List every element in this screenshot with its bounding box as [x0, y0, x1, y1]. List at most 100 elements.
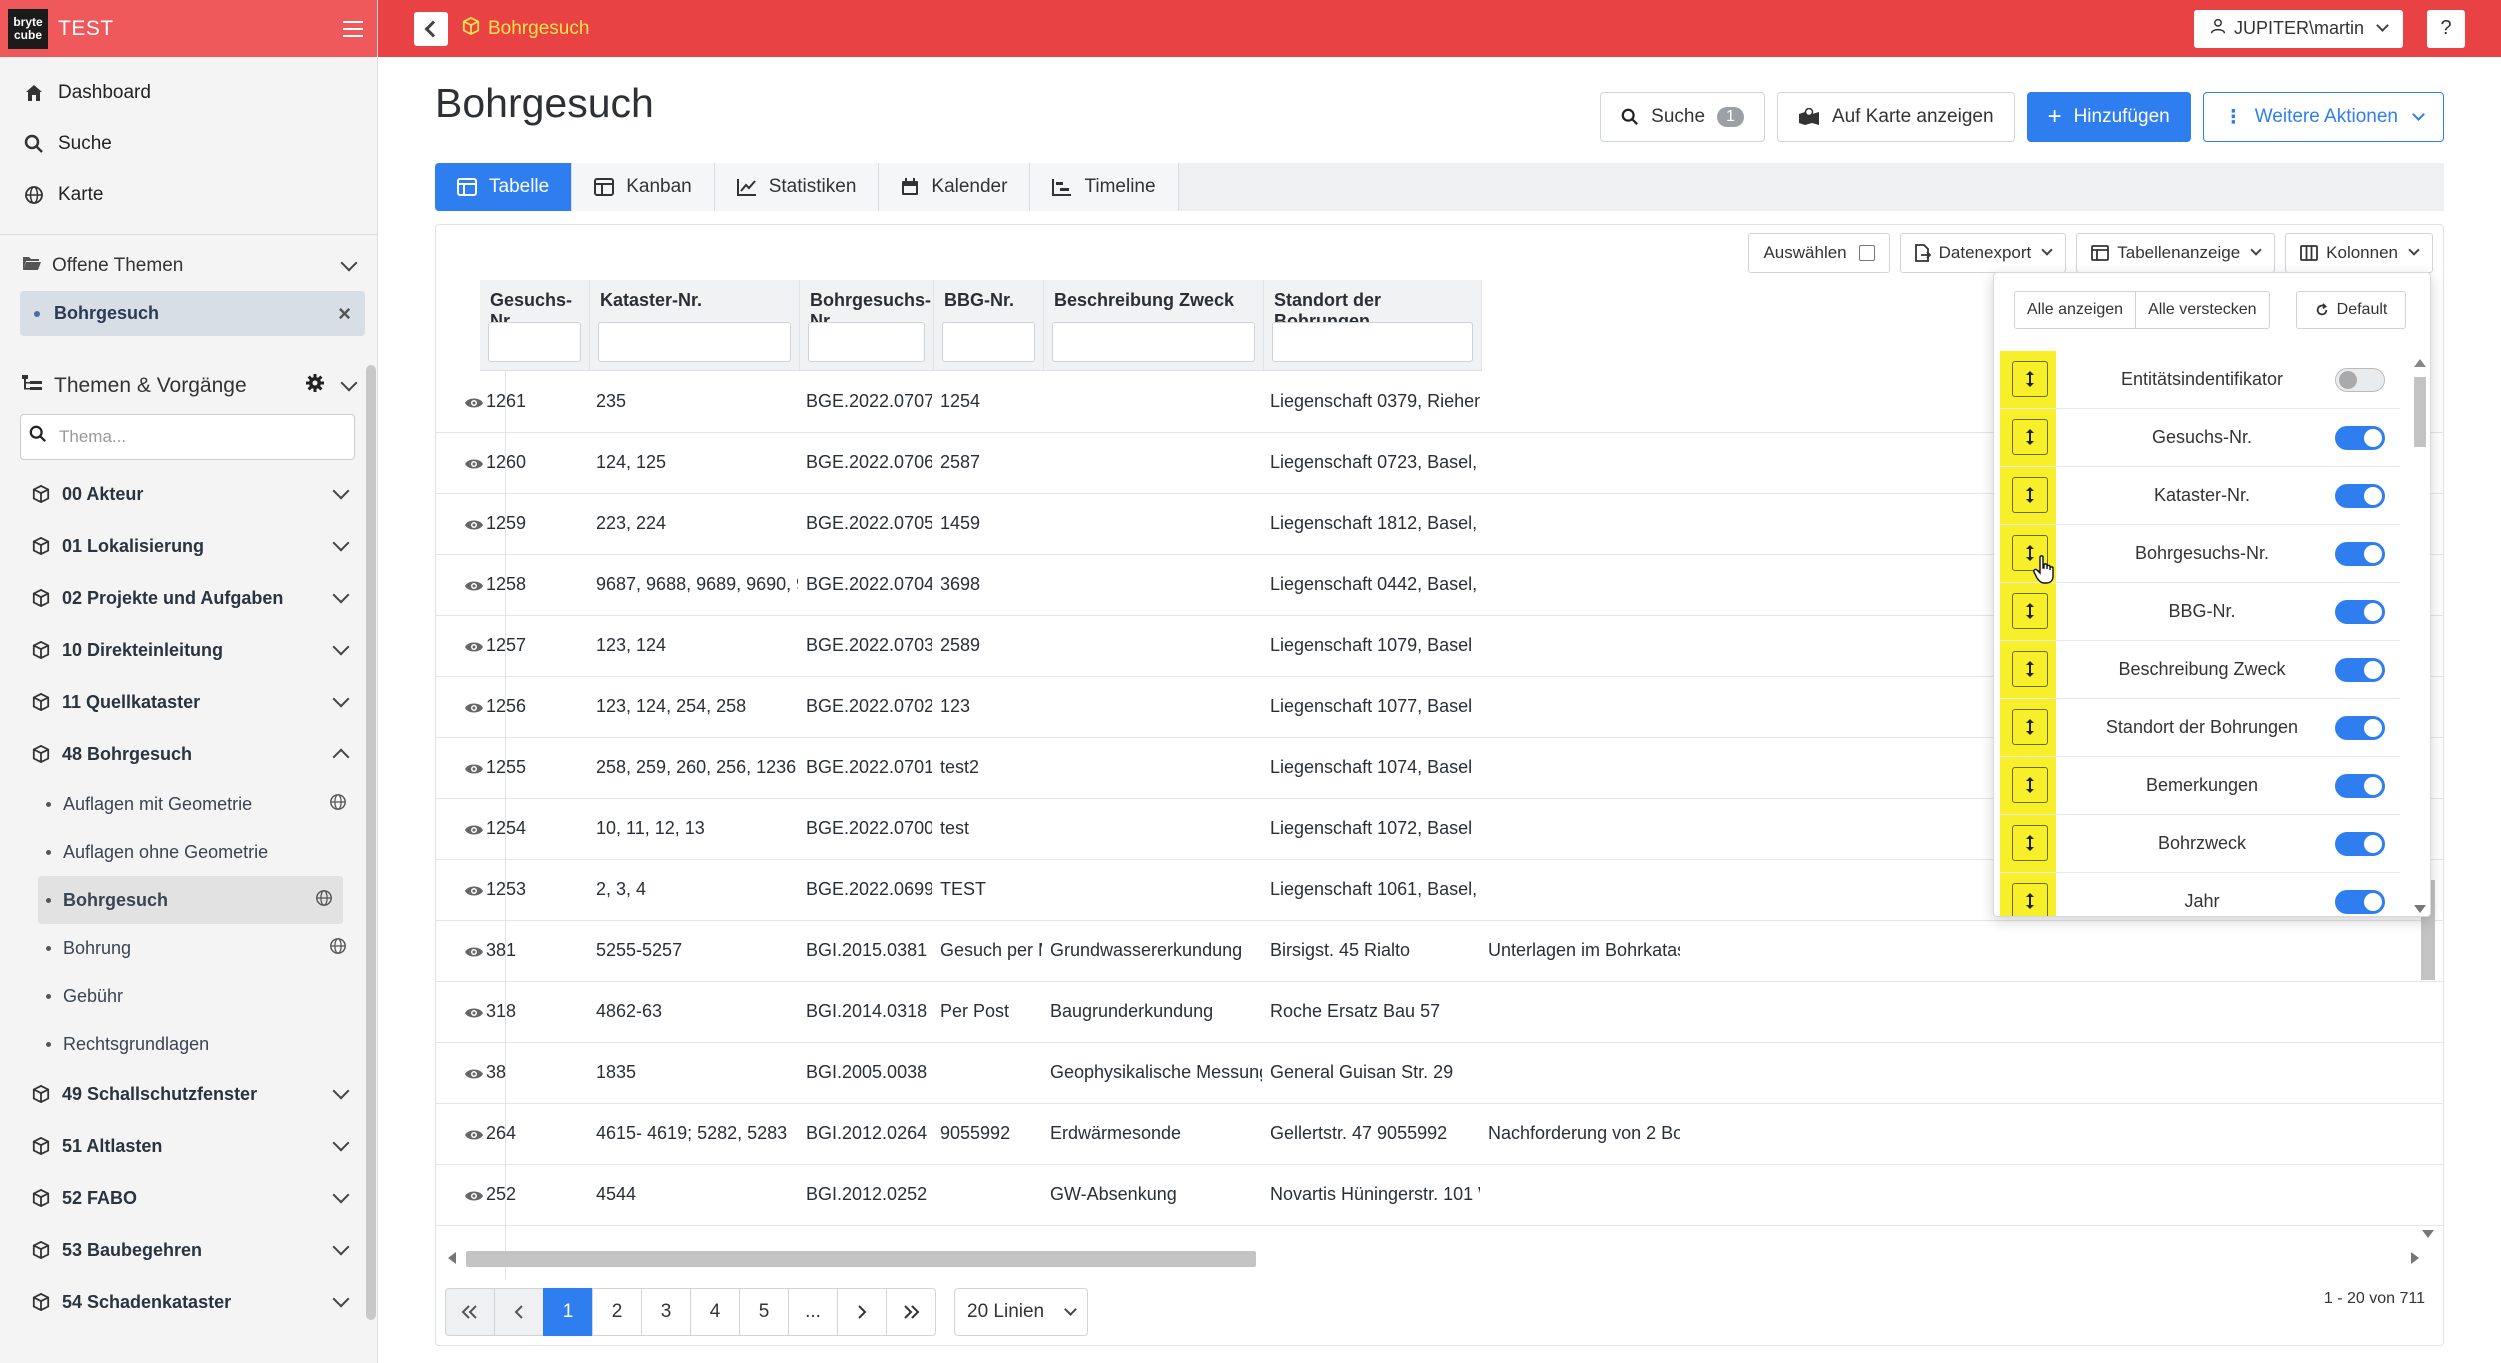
scrollbar-thumb[interactable] — [2414, 377, 2426, 447]
tab-kalender[interactable]: Kalender — [879, 163, 1031, 211]
sidebar-tree-item[interactable]: 53 Baubegehren — [0, 1224, 377, 1276]
default-button[interactable]: Default — [2296, 291, 2406, 329]
drag-handle-icon[interactable] — [2012, 419, 2048, 455]
table-vertical-scrollbar[interactable] — [2418, 880, 2436, 1240]
page-button[interactable]: 3 — [641, 1288, 691, 1336]
column-visibility-switch[interactable] — [2335, 425, 2385, 450]
chevron-down-icon[interactable] — [340, 374, 358, 392]
columns-button[interactable]: Kolonnen — [2285, 233, 2433, 273]
eye-icon[interactable] — [464, 455, 484, 477]
prev-page-button[interactable] — [494, 1288, 544, 1336]
eye-icon[interactable] — [464, 1187, 484, 1209]
open-topics-header[interactable]: Offene Themen — [0, 243, 377, 289]
chevron-down-icon[interactable] — [332, 482, 350, 500]
page-size-select[interactable]: 20 Linien — [954, 1288, 1089, 1336]
tab-statistiken[interactable]: Statistiken — [714, 163, 880, 211]
open-topic-bohrgesuch[interactable]: Bohrgesuch × — [20, 291, 365, 336]
breadcrumb[interactable]: Bohrgesuch — [462, 16, 589, 41]
data-export-button[interactable]: Datenexport — [1899, 233, 2067, 273]
hide-all-button[interactable]: Alle verstecken — [2135, 291, 2270, 329]
table-row[interactable]: 381 5255-5257 BGI.2015.0381 Gesuch per Mail… — [436, 921, 2443, 982]
scroll-down-icon[interactable] — [2422, 1230, 2434, 1238]
sidebar-tree-item[interactable]: 00 Akteur — [0, 468, 377, 520]
column-header[interactable]: BBG-Nr. — [934, 280, 1044, 371]
eye-icon[interactable] — [464, 1065, 484, 1087]
sidebar-tree-item[interactable]: 02 Projekte und Aufgaben — [0, 572, 377, 624]
column-visibility-switch[interactable] — [2335, 715, 2385, 740]
sidebar-tree-item[interactable]: 10 Direkteinleitung — [0, 624, 377, 676]
eye-icon[interactable] — [464, 882, 484, 904]
column-visibility-switch[interactable] — [2335, 831, 2385, 856]
search-button[interactable]: Suche 1 — [1600, 92, 1765, 142]
sidebar-subitem[interactable]: Bohrung — [0, 924, 377, 972]
column-filter-input[interactable] — [808, 322, 925, 362]
user-menu-button[interactable]: JUPITER\martin — [2193, 9, 2403, 48]
nav-karte[interactable]: Karte — [0, 169, 377, 220]
column-toggle-row[interactable]: Gesuchs-Nr. — [2000, 409, 2400, 467]
first-page-button[interactable] — [445, 1288, 495, 1336]
column-toggle-row[interactable]: Entitätsindentifikator — [2000, 351, 2400, 409]
nav-dashboard[interactable]: Dashboard — [0, 67, 377, 118]
column-toggle-row[interactable]: Bemerkungen — [2000, 757, 2400, 815]
select-toggle[interactable]: Auswählen — [1748, 233, 1890, 273]
column-header[interactable]: Kataster-Nr. — [590, 280, 800, 371]
column-toggle-row[interactable]: BBG-Nr. — [2000, 583, 2400, 641]
globe-icon[interactable] — [329, 937, 347, 960]
theme-search-input[interactable]: Thema... — [20, 414, 355, 460]
table-row[interactable]: 252 4544 BGI.2012.0252 GW-Absenkung Novartis… — [436, 1165, 2443, 1226]
eye-icon[interactable] — [464, 1004, 484, 1026]
add-button[interactable]: + Hinzufügen — [2026, 92, 2191, 142]
sidebar-tree-item[interactable]: 48 Bohrgesuch — [0, 728, 377, 780]
tab-timeline[interactable]: Timeline — [1030, 163, 1179, 211]
column-visibility-switch[interactable] — [2335, 773, 2385, 798]
drag-handle-icon[interactable] — [2012, 767, 2048, 803]
chevron-down-icon[interactable] — [332, 690, 350, 708]
tab-kanban[interactable]: Kanban — [572, 163, 715, 211]
scroll-right-icon[interactable] — [2411, 1252, 2419, 1264]
eye-icon[interactable] — [464, 943, 484, 965]
sidebar-subitem[interactable]: Rechtsgrundlagen — [0, 1020, 377, 1068]
next-page-button[interactable] — [837, 1288, 887, 1336]
more-actions-button[interactable]: ⋮ Weitere Aktionen — [2202, 92, 2444, 142]
chevron-up-icon[interactable] — [332, 748, 350, 766]
tab-tabelle[interactable]: Tabelle — [435, 163, 573, 211]
sidebar-subitem[interactable]: Gebühr — [0, 972, 377, 1020]
column-toggle-row[interactable]: Bohrgesuchs-Nr. — [2000, 525, 2400, 583]
table-row[interactable]: 264 4615- 4619; 5282, 5283 BGI.2012.0264 90… — [436, 1104, 2443, 1165]
drag-handle-icon[interactable] — [2012, 361, 2048, 397]
column-visibility-switch[interactable] — [2335, 541, 2385, 566]
column-filter-input[interactable] — [488, 322, 581, 362]
drag-handle-icon[interactable] — [2012, 825, 2048, 861]
column-visibility-switch[interactable] — [2335, 599, 2385, 624]
drag-handle-icon[interactable] — [2012, 477, 2048, 513]
drag-handle-icon[interactable] — [2012, 593, 2048, 629]
globe-icon[interactable] — [315, 889, 333, 912]
popup-scrollbar[interactable] — [2410, 355, 2428, 915]
eye-icon[interactable] — [464, 1126, 484, 1148]
eye-icon[interactable] — [464, 394, 484, 416]
column-toggle-row[interactable]: Beschreibung Zweck — [2000, 641, 2400, 699]
select-checkbox[interactable] — [1858, 245, 1875, 261]
chevron-down-icon[interactable] — [332, 638, 350, 656]
drag-handle-icon[interactable] — [2012, 883, 2048, 916]
column-filter-input[interactable] — [598, 322, 791, 362]
close-icon[interactable]: × — [338, 301, 351, 327]
eye-icon[interactable] — [464, 699, 484, 721]
sidebar-tree-item[interactable]: 52 FABO — [0, 1172, 377, 1224]
column-toggle-row[interactable]: Bohrzweck — [2000, 815, 2400, 873]
sidebar-tree-item[interactable]: 01 Lokalisierung — [0, 520, 377, 572]
chevron-down-icon[interactable] — [332, 1082, 350, 1100]
column-header[interactable]: Standort der Bohrungen — [1264, 280, 1482, 371]
scroll-left-icon[interactable] — [448, 1252, 456, 1264]
globe-icon[interactable] — [329, 793, 347, 816]
sidebar-subitem[interactable]: Auflagen mit Geometrie — [0, 780, 377, 828]
column-toggle-row[interactable]: Jahr — [2000, 873, 2400, 916]
eye-icon[interactable] — [464, 577, 484, 599]
page-button[interactable]: 2 — [592, 1288, 642, 1336]
column-filter-input[interactable] — [942, 322, 1035, 362]
eye-icon[interactable] — [464, 638, 484, 660]
column-visibility-switch[interactable] — [2335, 889, 2385, 914]
column-visibility-switch[interactable] — [2335, 483, 2385, 508]
table-row[interactable]: 38 1835 BGI.2005.0038 Geophysikalische Mess… — [436, 1043, 2443, 1104]
horizontal-scrollbar[interactable] — [446, 1248, 2421, 1268]
